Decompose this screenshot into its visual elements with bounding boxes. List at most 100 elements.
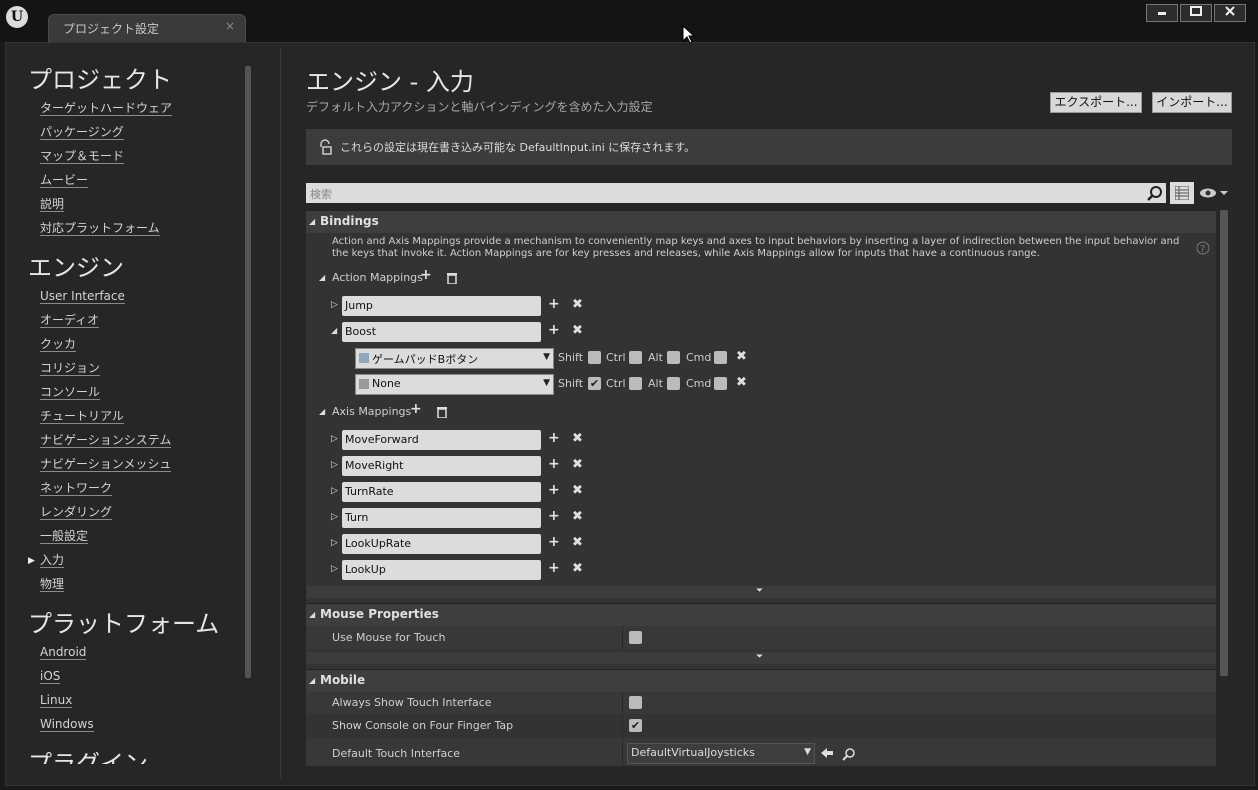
add-axis-key-icon[interactable]: + (548, 560, 560, 576)
cmd-checkbox-2[interactable] (714, 377, 727, 390)
remove-axis-icon[interactable]: ✖ (572, 431, 583, 446)
action-name-input-boost[interactable]: Boost (342, 322, 541, 342)
search-icon[interactable] (1147, 185, 1163, 201)
sidebar-item-cooker[interactable]: クッカ (40, 337, 77, 352)
sidebar-item-windows[interactable]: Windows (40, 717, 94, 732)
remove-axis-icon[interactable]: ✖ (572, 509, 583, 524)
remove-jump-icon[interactable]: ✖ (572, 297, 583, 312)
sidebar-item-collision[interactable]: コリジョン (40, 361, 101, 376)
sidebar-item-maps-modes[interactable]: マップ＆モード (40, 149, 125, 164)
add-axis-key-icon[interactable]: + (548, 508, 560, 524)
sidebar-item-ios[interactable]: iOS (40, 669, 61, 684)
minimize-button[interactable] (1146, 4, 1178, 22)
export-button[interactable]: エクスポート... (1050, 92, 1142, 113)
shift-checkbox-1[interactable] (588, 351, 601, 364)
axis-name-input[interactable]: MoveForward (342, 430, 541, 450)
expand-axis-icon[interactable]: ▷ (331, 460, 338, 470)
category-bindings[interactable]: ◢ Bindings (306, 210, 1216, 233)
sidebar-item-android[interactable]: Android (40, 645, 87, 660)
sidebar-item-physics[interactable]: 物理 (40, 577, 65, 592)
sidebar-item-target-hardware[interactable]: ターゲットハードウェア (40, 101, 173, 116)
sidebar-item-general-settings[interactable]: 一般設定 (40, 529, 89, 544)
ctrl-checkbox-2[interactable] (629, 377, 642, 390)
sidebar-item-tutorials[interactable]: チュートリアル (40, 409, 124, 424)
add-axis-key-icon[interactable]: + (548, 456, 560, 472)
expand-axis-icon[interactable]: ▷ (331, 486, 338, 496)
eye-icon[interactable] (1199, 187, 1229, 199)
sidebar-item-rendering[interactable]: レンダリング (40, 505, 113, 520)
action-mappings-triangle-icon[interactable]: ◢ (319, 273, 325, 282)
sidebar-item-console[interactable]: コンソール (40, 385, 101, 400)
add-axis-key-icon[interactable]: + (548, 430, 560, 446)
show-console-checkbox[interactable]: ✔ (629, 719, 642, 732)
axis-name-input[interactable]: MoveRight (342, 456, 541, 476)
axis-name-input[interactable]: LookUp (342, 560, 541, 580)
axis-name-input[interactable]: Turn (342, 508, 541, 528)
sidebar-item-navigation-mesh[interactable]: ナビゲーションメッシュ (40, 457, 172, 472)
add-action-mapping-icon[interactable]: + (420, 267, 432, 283)
sidebar-item-linux[interactable]: Linux (40, 693, 73, 708)
remove-key-1-icon[interactable]: ✖ (736, 349, 747, 364)
import-button[interactable]: インポート... (1152, 92, 1232, 113)
add-key-boost-icon[interactable]: + (548, 322, 560, 338)
shift-checkbox-2[interactable]: ✔ (588, 377, 601, 390)
search-input[interactable]: 検索 (306, 183, 1166, 203)
tab-close-icon[interactable]: × (225, 19, 235, 33)
shift-label: Shift (558, 377, 584, 390)
use-selected-arrow-icon[interactable] (820, 747, 834, 759)
sidebar-item-description[interactable]: 説明 (40, 197, 65, 212)
tab-project-settings[interactable]: プロジェクト設定 × (48, 14, 246, 42)
remove-axis-icon[interactable]: ✖ (572, 535, 583, 550)
alt-checkbox-2[interactable] (667, 377, 680, 390)
sidebar-item-movies[interactable]: ムービー (40, 173, 89, 188)
add-axis-mapping-icon[interactable]: + (410, 401, 422, 417)
expand-axis-icon[interactable]: ▷ (331, 564, 338, 574)
category-mobile[interactable]: ◢ Mobile (306, 669, 1216, 692)
axis-name-input[interactable]: LookUpRate (342, 534, 541, 554)
browse-search-icon[interactable] (842, 747, 856, 761)
details-scrollbar[interactable] (1220, 210, 1228, 676)
view-options-grid-button[interactable] (1170, 182, 1194, 204)
close-button[interactable] (1214, 4, 1246, 22)
remove-key-2-icon[interactable]: ✖ (736, 375, 747, 390)
always-show-touch-checkbox[interactable] (629, 696, 642, 709)
default-touch-interface-combo[interactable]: DefaultVirtualJoysticks ▼ (627, 743, 815, 764)
use-mouse-for-touch-checkbox[interactable] (629, 631, 642, 644)
remove-axis-icon[interactable]: ✖ (572, 561, 583, 576)
remove-axis-icon[interactable]: ✖ (572, 483, 583, 498)
delete-all-actions-icon[interactable] (446, 271, 458, 284)
axis-mappings-triangle-icon[interactable]: ◢ (319, 407, 325, 416)
sidebar-item-packaging[interactable]: パッケージング (40, 125, 124, 140)
ctrl-checkbox-1[interactable] (629, 351, 642, 364)
sidebar-item-user-interface[interactable]: User Interface (40, 289, 125, 304)
cmd-checkbox-1[interactable] (714, 351, 727, 364)
action-name-input-jump[interactable]: Jump (342, 296, 541, 316)
alt-checkbox-1[interactable] (667, 351, 680, 364)
expand-axis-icon[interactable]: ▷ (331, 538, 338, 548)
sidebar-item-input[interactable]: 入力 (40, 553, 65, 568)
remove-axis-icon[interactable]: ✖ (572, 457, 583, 472)
sidebar-item-supported-platforms[interactable]: 対応プラットフォーム (40, 221, 160, 236)
collapse-boost-icon[interactable]: ◢ (331, 326, 337, 335)
axis-name-input[interactable]: TurnRate (342, 482, 541, 502)
add-axis-key-icon[interactable]: + (548, 482, 560, 498)
category-mouse-properties[interactable]: ◢ Mouse Properties (306, 603, 1216, 626)
bindings-advanced-toggle[interactable]: ⏷ (306, 586, 1216, 598)
delete-all-axes-icon[interactable] (436, 405, 448, 418)
help-icon[interactable]: ? (1196, 241, 1210, 255)
alt-label: Alt (648, 351, 663, 364)
add-key-jump-icon[interactable]: + (548, 296, 560, 312)
expand-axis-icon[interactable]: ▷ (331, 434, 338, 444)
sidebar-item-network[interactable]: ネットワーク (40, 481, 113, 496)
sidebar-item-audio[interactable]: オーディオ (40, 313, 100, 328)
key-combo-gamepad-b[interactable]: ゲームパッドBボタン ▼ (355, 348, 554, 369)
sidebar-scrollbar[interactable] (245, 66, 251, 678)
add-axis-key-icon[interactable]: + (548, 534, 560, 550)
key-combo-none[interactable]: None ▼ (355, 374, 554, 395)
expand-jump-icon[interactable]: ▷ (331, 300, 338, 310)
mouse-advanced-toggle[interactable]: ⏷ (306, 652, 1216, 664)
expand-axis-icon[interactable]: ▷ (331, 512, 338, 522)
maximize-button[interactable] (1180, 4, 1212, 22)
remove-boost-icon[interactable]: ✖ (572, 323, 583, 338)
sidebar-item-navigation-system[interactable]: ナビゲーションシステム (40, 433, 172, 448)
